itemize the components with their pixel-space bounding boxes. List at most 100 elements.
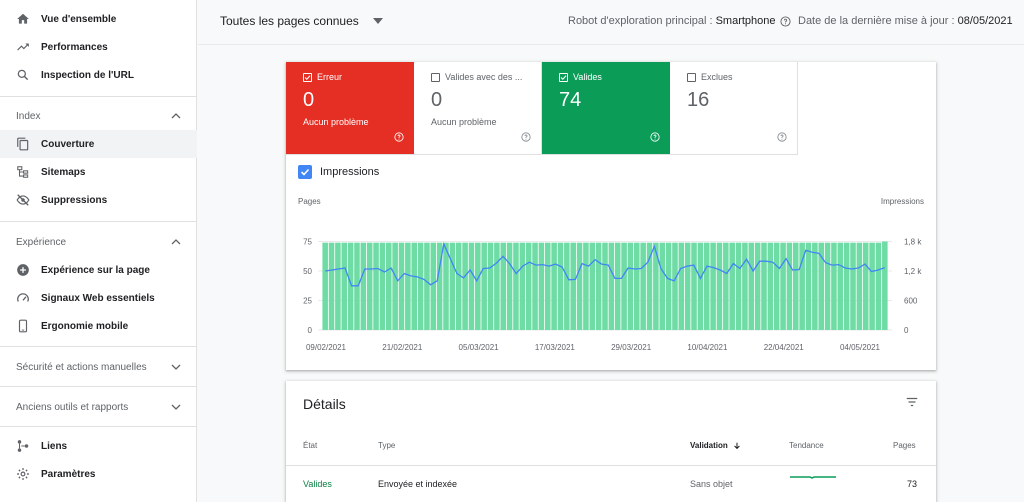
chart-bar[interactable] (398, 242, 405, 330)
sidebar-item-coverage[interactable]: Couverture (0, 130, 197, 158)
chart-bar[interactable] (697, 242, 704, 330)
chart-bar[interactable] (532, 242, 538, 330)
page-filter-dropdown[interactable]: Toutes les pages connues (220, 14, 383, 28)
chart-bar[interactable] (882, 241, 888, 331)
chart-bar[interactable] (385, 242, 392, 330)
chart-bar[interactable] (328, 242, 335, 330)
chart-bar[interactable] (729, 242, 735, 330)
chart-bar[interactable] (538, 242, 545, 330)
chart-bar[interactable] (449, 242, 456, 330)
chart-bar[interactable] (710, 242, 716, 330)
chart-bar[interactable] (462, 242, 468, 330)
chart-bar[interactable] (703, 242, 710, 330)
chart-bar[interactable] (570, 242, 576, 330)
chart-bar[interactable] (417, 242, 424, 330)
chart-bar[interactable] (716, 242, 723, 330)
tile-excluded[interactable]: Exclues 16 (670, 62, 798, 154)
chart-bar[interactable] (786, 242, 793, 330)
chart-bar[interactable] (856, 242, 863, 330)
chart-bar[interactable] (424, 242, 430, 330)
chart-bar[interactable] (723, 242, 729, 330)
column-header-pages[interactable]: Pages (893, 441, 916, 450)
chart-bar[interactable] (735, 242, 742, 330)
chart-bar[interactable] (544, 242, 551, 330)
chart-bar[interactable] (773, 242, 780, 330)
chart-bar[interactable] (341, 242, 348, 330)
table-row[interactable]: Valides Envoyée et indexée Sans objet 73 (286, 465, 936, 502)
tile-error[interactable]: Erreur 0 Aucun problème (286, 62, 414, 154)
help-icon[interactable] (777, 132, 787, 142)
chart-bar[interactable] (614, 242, 621, 330)
sidebar-item-page-experience[interactable]: Expérience sur la page (0, 256, 197, 284)
chart-bar[interactable] (455, 242, 462, 330)
chart-bar[interactable] (742, 242, 748, 330)
chart-bar[interactable] (805, 242, 812, 330)
section-security[interactable]: Sécurité et actions manuelles (0, 353, 197, 381)
chart-bar[interactable] (519, 242, 526, 330)
chart-bar[interactable] (602, 242, 608, 330)
chart-bar[interactable] (869, 242, 875, 330)
chart-bar[interactable] (684, 242, 691, 330)
chart-bar[interactable] (322, 242, 328, 330)
chart-bar[interactable] (468, 242, 475, 330)
chart-bar[interactable] (767, 242, 774, 330)
chart-bar[interactable] (640, 242, 646, 330)
column-header-trend[interactable]: Tendance (789, 441, 824, 450)
sidebar-item-mobile-usability[interactable]: Ergonomie mobile (0, 312, 197, 340)
chart-bar[interactable] (576, 242, 583, 330)
chart-bar[interactable] (665, 242, 672, 330)
chart-bar[interactable] (691, 242, 697, 330)
chart-bar[interactable] (411, 242, 417, 330)
chart-bar[interactable] (379, 242, 386, 330)
chart-bar[interactable] (405, 242, 411, 330)
chart-bar[interactable] (875, 242, 882, 330)
chart-bar[interactable] (608, 242, 615, 330)
chart-bar[interactable] (850, 242, 856, 330)
sidebar-item-removals[interactable]: Suppressions (0, 186, 197, 214)
chart-bar[interactable] (831, 242, 837, 330)
chart-bar[interactable] (672, 242, 678, 330)
chart-bar[interactable] (754, 242, 761, 330)
chart-bar[interactable] (475, 242, 481, 330)
help-icon[interactable] (521, 132, 531, 142)
chart-bar[interactable] (659, 242, 666, 330)
section-index[interactable]: Index (0, 102, 197, 130)
chart-bar[interactable] (360, 242, 367, 330)
tile-valid-with-warnings[interactable]: Valides avec des ... 0 Aucun problème (414, 62, 542, 154)
impressions-toggle[interactable]: Impressions (298, 165, 379, 179)
chart-bar[interactable] (627, 242, 634, 330)
chart-bar[interactable] (513, 242, 519, 330)
chart-bar[interactable] (430, 242, 437, 330)
chart-bar[interactable] (589, 242, 596, 330)
chart-bar[interactable] (748, 242, 755, 330)
help-icon[interactable] (779, 15, 791, 27)
chart-bar[interactable] (494, 242, 500, 330)
sidebar-item-url-inspection[interactable]: Inspection de l'URL (0, 61, 197, 89)
chart-bar[interactable] (487, 242, 494, 330)
chart-bar[interactable] (837, 242, 844, 330)
section-legacy-tools[interactable]: Anciens outils et rapports (0, 393, 197, 421)
chart-bar[interactable] (843, 242, 850, 330)
sidebar-item-links[interactable]: Liens (0, 432, 197, 460)
chart-bar[interactable] (557, 242, 564, 330)
chart-bar[interactable] (564, 242, 570, 330)
chart-bar[interactable] (595, 242, 602, 330)
chart-bar[interactable] (678, 242, 685, 330)
column-header-status[interactable]: État (303, 441, 317, 450)
chart-bar[interactable] (583, 242, 589, 330)
section-experience[interactable]: Expérience (0, 228, 197, 256)
sidebar-item-sitemaps[interactable]: Sitemaps (0, 158, 197, 186)
filter-icon[interactable] (905, 395, 919, 409)
chart-bar[interactable] (373, 242, 379, 330)
chart-bar[interactable] (335, 242, 341, 330)
sidebar-item-core-web-vitals[interactable]: Signaux Web essentiels (0, 284, 197, 312)
chart-bar[interactable] (780, 242, 786, 330)
sidebar-item-settings[interactable]: Paramètres (0, 460, 197, 488)
chart-bar[interactable] (551, 242, 557, 330)
chart-bar[interactable] (506, 242, 513, 330)
chart-bar[interactable] (812, 242, 818, 330)
chart-bar[interactable] (443, 242, 449, 330)
chart-bar[interactable] (481, 242, 487, 330)
tile-valid[interactable]: Valides 74 (542, 62, 670, 154)
column-header-type[interactable]: Type (378, 441, 395, 450)
